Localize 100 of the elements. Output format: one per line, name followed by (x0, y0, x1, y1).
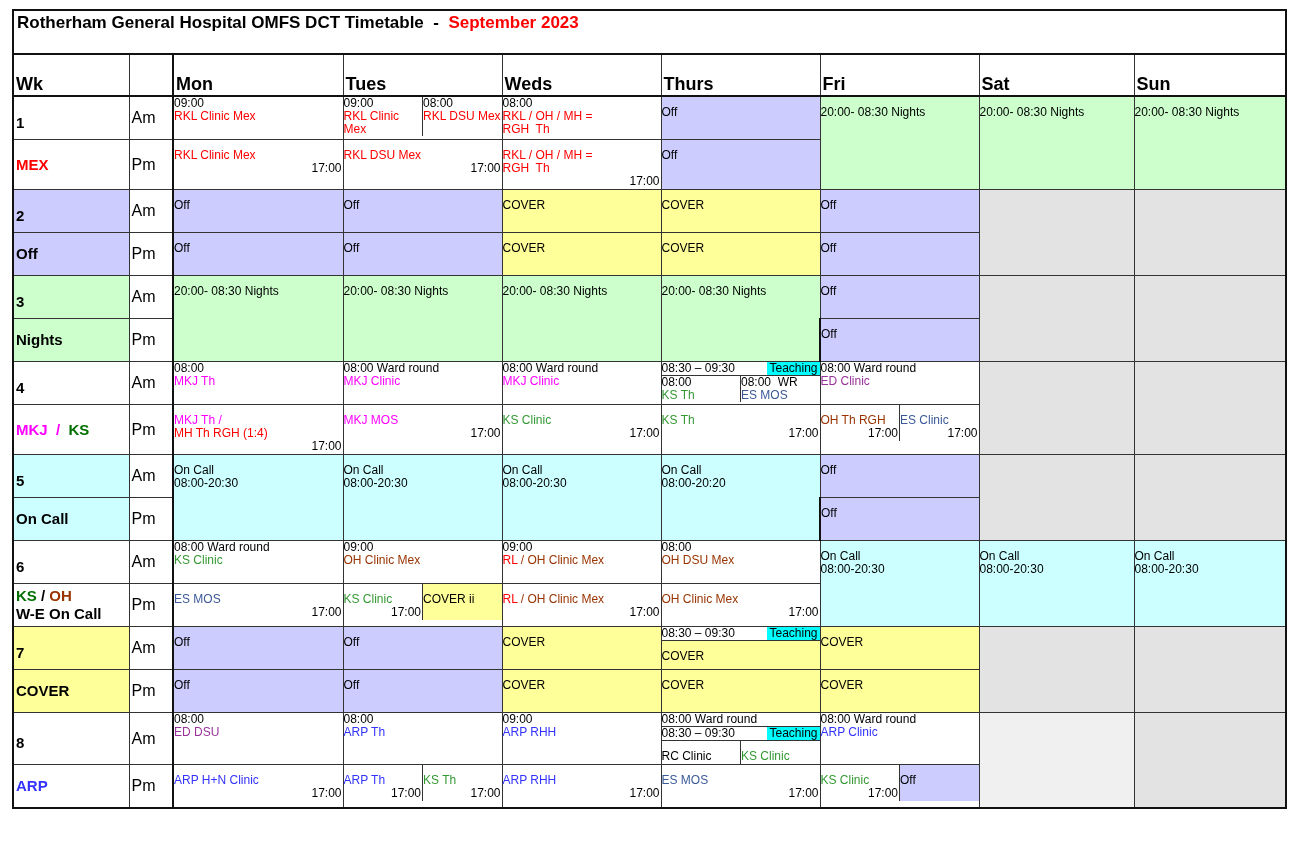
activity-text: MKJ Th (174, 375, 217, 388)
activity-text: Off (821, 507, 838, 520)
week-label: KS / OH (16, 587, 73, 605)
activity-text: Off (174, 679, 191, 692)
activity-text: RKL Clinic Mex (174, 149, 257, 162)
activity-text: RKL Clinic Mex (174, 110, 257, 123)
end-time: 17:00 (310, 162, 343, 175)
activity-text: RKL DSU Mex (343, 149, 423, 162)
activity-text: On Call (979, 550, 1021, 563)
activity-text: COVER (661, 242, 706, 255)
activity-text: 08:00-20:30 (174, 477, 240, 490)
activity-text: Off (343, 199, 361, 212)
activity-text: RKL / OH / MH = (502, 149, 594, 162)
end-time: 17:00 (310, 606, 343, 619)
activity-text: On Call (1134, 550, 1176, 563)
activity-text: OH Clinic Mex (343, 554, 422, 567)
activity-text: Off (343, 679, 361, 692)
time-text: 08:00 (661, 541, 693, 554)
week-number: 4 (16, 378, 26, 396)
time-text: 08:00 (174, 713, 206, 726)
activity-text: On Call (343, 464, 385, 477)
activity-text: On Call (661, 464, 703, 477)
time-text: 09:00 (343, 541, 375, 554)
week-label: ARP (16, 777, 49, 795)
activity-text: 08:00-20:20 (661, 477, 727, 490)
activity-text: Off (820, 285, 838, 298)
activity-text: 08:00-20:30 (979, 563, 1045, 576)
week-label: Nights (16, 331, 64, 349)
week-label: COVER (16, 682, 71, 700)
activity-text: COVER (502, 199, 547, 212)
week-number: 1 (16, 113, 26, 131)
activity-text: MKJ Th / (174, 414, 223, 427)
activity-text: On Call (502, 464, 544, 477)
end-time: 17:00 (787, 787, 820, 800)
activity-text: MKJ MOS (343, 414, 400, 427)
activity-text: Off (661, 106, 679, 119)
time-text: 08:30 – 09:30 (661, 627, 735, 640)
activity-text: MH Th RGH (1:4) (174, 427, 269, 440)
activity-text: 20:00- 08:30 Nights (1134, 106, 1241, 119)
end-time: 17:00 (469, 427, 502, 440)
activity-text: COVER (502, 679, 547, 692)
time-text: 08:00 Ward round (820, 362, 918, 375)
end-time: 17:00 (310, 440, 343, 453)
time-text: 09:00 (502, 713, 534, 726)
activity-text: RGH Th (502, 162, 551, 175)
time-text: 08:30 – 09:30 (661, 362, 735, 375)
time-text: 08:00 Ward round (343, 362, 441, 375)
week-label: W-E On Call (16, 605, 103, 623)
activity-text: Off (343, 242, 361, 255)
activity-text: KS Clinic (174, 554, 224, 567)
activity-text: COVER (661, 650, 706, 663)
time-text: 08:00 Ward round (820, 713, 918, 726)
activity-text: KS Th (661, 389, 696, 402)
activity-text: COVER (820, 636, 865, 649)
activity-text: RKL DSU Mex (423, 110, 502, 123)
activity-text: KS Clinic (820, 774, 871, 787)
activity-text: Off (820, 199, 838, 212)
end-time: 17:00 (787, 427, 820, 440)
week-label: MKJ / KS (16, 420, 91, 439)
end-time: 17:00 (469, 787, 502, 800)
time-text: 09:00 (174, 97, 206, 110)
week-number: 6 (16, 557, 26, 575)
activity-text: Off (174, 199, 191, 212)
activity-text: RKL Clinic Mex (343, 110, 401, 136)
week-label: MEX (16, 155, 50, 174)
end-time: 17:00 (469, 162, 502, 175)
activity-text: 08:00-20:30 (343, 477, 409, 490)
activity-text: KS Clinic (502, 414, 553, 427)
activity-text: Off (174, 242, 191, 255)
activity-text: Off (820, 464, 838, 477)
activity-text: ED Clinic (820, 375, 871, 388)
activity-text: MKJ Clinic (502, 375, 561, 388)
end-time: 17:00 (628, 787, 661, 800)
activity-text: 08:00-20:30 (1134, 563, 1200, 576)
activity-text: KS Clinic (343, 593, 394, 606)
end-time: 17:00 (628, 427, 661, 440)
end-time: 17:00 (946, 427, 979, 440)
activity-text: OH DSU Mex (661, 554, 736, 567)
end-time: 17:00 (866, 427, 899, 440)
activity-text: COVER ii (423, 593, 476, 606)
time-text: 08:00 Ward round (174, 541, 271, 554)
activity-text: 08:00-20:30 (820, 563, 886, 576)
week-number: 3 (16, 292, 26, 310)
activity-text: KS Clinic (741, 750, 791, 763)
activity-text: Off (661, 149, 679, 162)
week-number: 8 (16, 734, 26, 751)
activity-text: Off (821, 328, 838, 341)
time-text: 08:00 Ward round (502, 362, 600, 375)
time-text: 08:00 (423, 97, 455, 110)
end-time: 17:00 (389, 787, 422, 800)
activity-text: Off (174, 636, 191, 649)
activity-text: RC Clinic (661, 750, 713, 763)
end-time: 17:00 (628, 606, 661, 619)
end-time: 17:00 (389, 606, 422, 619)
activity-text: Off (900, 774, 917, 787)
activity-text: MKJ Clinic (343, 375, 402, 388)
time-text: 08:00 WR (741, 376, 799, 389)
activity-text: COVER (820, 679, 865, 692)
activity-text: ES MOS (661, 774, 710, 787)
time-text: 08:00 (502, 97, 534, 110)
